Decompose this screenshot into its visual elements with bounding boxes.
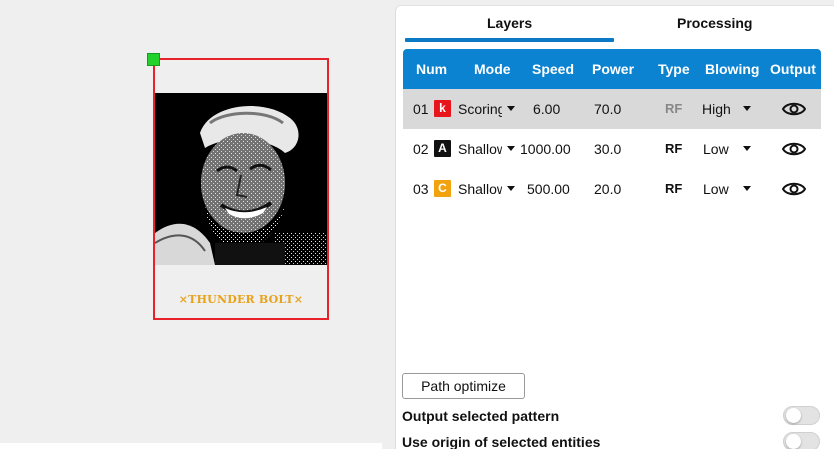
use-origin-label: Use origin of selected entities (402, 434, 601, 449)
layer-num: 02 (413, 141, 429, 157)
header-type: Type (658, 61, 690, 77)
layer-num: 01 (413, 101, 429, 117)
layer-color-badge: C (434, 180, 451, 197)
resize-handle[interactable] (147, 53, 160, 66)
chevron-down-icon[interactable] (507, 186, 515, 191)
mode-select-value[interactable]: Shallow (458, 181, 502, 197)
tab-processing[interactable]: Processing (677, 15, 752, 31)
header-speed: Speed (532, 61, 575, 77)
mode-select-value[interactable]: Shallow (458, 141, 502, 157)
layer-row[interactable]: 02 A Shallow 1000.00 30.0 RF Low (403, 129, 821, 169)
blowing-select-value[interactable]: Low (703, 181, 729, 197)
chevron-down-icon[interactable] (743, 186, 751, 191)
header-num: Num (416, 61, 448, 77)
header-mode: Mode (474, 61, 511, 77)
speed-value[interactable]: 6.00 (533, 101, 560, 117)
header-power: Power (592, 61, 635, 77)
type-value: RF (665, 141, 683, 156)
header-blowing: Blowing (705, 61, 760, 77)
tab-layers[interactable]: Layers (487, 15, 532, 31)
layer-num: 03 (413, 181, 429, 197)
output-selected-pattern-label: Output selected pattern (402, 408, 560, 424)
selection-box[interactable] (153, 58, 329, 320)
speed-value[interactable]: 1000.00 (520, 141, 571, 157)
layers-panel: Layers Processing Num Mode Speed Power T… (395, 5, 834, 449)
design-canvas[interactable]: ×THUNDER BOLT× (0, 0, 394, 449)
power-value[interactable]: 30.0 (594, 141, 621, 157)
chevron-down-icon[interactable] (507, 106, 515, 111)
speed-value[interactable]: 500.00 (527, 181, 570, 197)
eye-icon[interactable] (782, 140, 806, 158)
layer-row[interactable]: 03 C Shallow 500.00 20.0 RF Low (403, 169, 821, 209)
header-output: Output (770, 61, 816, 77)
use-origin-toggle[interactable] (783, 432, 820, 449)
panel-tabs: Layers Processing (396, 6, 834, 44)
active-tab-indicator (405, 38, 614, 42)
type-value: RF (665, 181, 683, 196)
power-value[interactable]: 20.0 (594, 181, 621, 197)
layer-color-badge: k (434, 100, 451, 117)
layers-table-header: Num Mode Speed Power Type Blowing Output (403, 49, 821, 89)
blowing-select-value[interactable]: Low (703, 141, 729, 157)
path-optimize-button[interactable]: Path optimize (402, 373, 525, 399)
chevron-down-icon[interactable] (743, 106, 751, 111)
chevron-down-icon[interactable] (507, 146, 515, 151)
layer-color-badge: A (434, 140, 451, 157)
blowing-select-value[interactable]: High (702, 101, 731, 117)
chevron-down-icon[interactable] (743, 146, 751, 151)
canvas-footer-bar (0, 443, 382, 449)
output-selected-pattern-toggle[interactable] (783, 406, 820, 425)
layer-row[interactable]: 01 k Scoring 6.00 70.0 RF High (403, 89, 821, 129)
type-value: RF (665, 101, 683, 116)
mode-select-value[interactable]: Scoring (458, 101, 502, 117)
power-value[interactable]: 70.0 (594, 101, 621, 117)
eye-icon[interactable] (782, 180, 806, 198)
eye-icon[interactable] (782, 100, 806, 118)
